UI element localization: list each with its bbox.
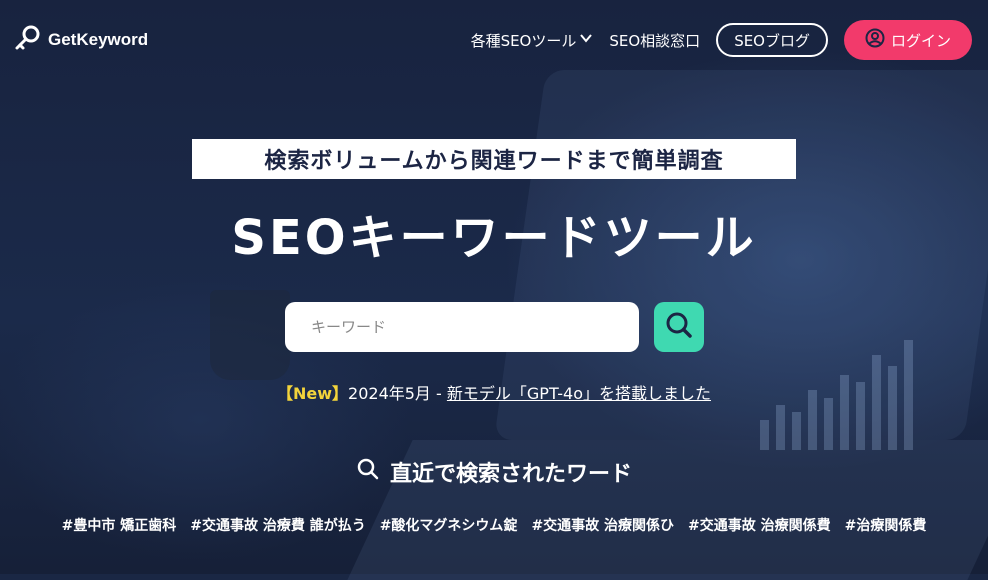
seo-blog-button[interactable]: SEOブログ [716, 23, 828, 57]
search-icon [664, 310, 694, 344]
recent-searches-heading: 直近で検索されたワード [0, 456, 988, 488]
recent-tag[interactable]: #交通事故 治療関係費 [688, 515, 831, 535]
nav-seo-consult[interactable]: SEO相談窓口 [609, 30, 700, 51]
key-icon [14, 24, 42, 56]
recent-searches-title: 直近で検索されたワード [389, 462, 632, 487]
recent-tag[interactable]: #酸化マグネシウム錠 [380, 515, 518, 535]
recent-tag[interactable]: #交通事故 治療関係ひ [531, 515, 674, 535]
recent-tag[interactable]: #交通事故 治療費 誰が払う [190, 515, 365, 535]
news-link[interactable]: 新モデル「GPT-4o」を搭載しました [447, 384, 711, 403]
nav-seo-tools[interactable]: 各種SEOツール [471, 30, 594, 51]
login-label: ログイン [890, 31, 951, 50]
background-mug [210, 290, 290, 380]
login-button[interactable]: ログイン [844, 20, 972, 60]
chevron-down-icon [579, 31, 593, 49]
news-badge: 【New】 [277, 384, 349, 403]
recent-tag[interactable]: #豊中市 矯正歯科 [62, 515, 177, 535]
nav-seo-tools-label: 各種SEOツール [470, 31, 577, 50]
keyword-search-input[interactable] [285, 302, 639, 352]
hero-tagline: 検索ボリュームから関連ワードまで簡単調査 [192, 139, 796, 179]
search-button[interactable] [654, 302, 704, 352]
recent-search-tags: #豊中市 矯正歯科 #交通事故 治療費 誰が払う #酸化マグネシウム錠 #交通事… [0, 515, 988, 535]
page-title: SEOキーワードツール [231, 210, 757, 266]
recent-tag[interactable]: #治療関係費 [845, 515, 927, 535]
search-icon [356, 457, 380, 487]
user-icon [865, 28, 885, 52]
news-announcement: 【New】2024年5月 - 新モデル「GPT-4o」を搭載しました [0, 380, 988, 404]
site-header: GetKeyword 各種SEOツール SEO相談窓口 SEOブログ ログイン [0, 0, 988, 80]
logo[interactable]: GetKeyword [14, 24, 148, 56]
logo-text: GetKeyword [48, 30, 149, 49]
main-nav: 各種SEOツール SEO相談窓口 SEOブログ ログイン [471, 20, 972, 60]
news-date: 2024年5月 - [348, 384, 447, 403]
